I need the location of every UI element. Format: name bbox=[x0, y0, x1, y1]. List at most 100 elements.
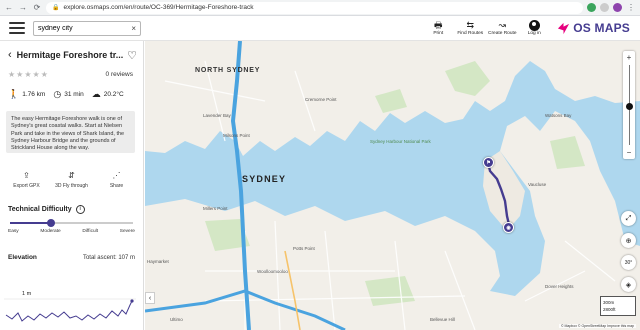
difficulty-level-severe: Severe bbox=[119, 229, 135, 234]
map-label-bellevue-hill: Bellevue Hill bbox=[430, 317, 455, 322]
elevation-profile[interactable]: 1 m bbox=[4, 287, 136, 327]
logo-text: OS MAPS bbox=[573, 21, 630, 35]
route-title: Hermitage Foreshore tr... bbox=[16, 50, 124, 60]
browser-reload-button[interactable]: ⟳ bbox=[32, 3, 42, 12]
collapse-sidebar-button[interactable]: ‹ bbox=[145, 292, 155, 304]
elevation-label: Elevation bbox=[8, 254, 37, 261]
profile-avatar[interactable] bbox=[613, 3, 622, 12]
back-chevron-icon[interactable]: ‹ bbox=[8, 49, 12, 61]
technical-difficulty-label: Technical Difficulty bbox=[8, 206, 72, 213]
find-routes-label: Find Routes bbox=[457, 31, 484, 36]
map-label-milsons-point: Milsons Point bbox=[223, 133, 250, 138]
difficulty-slider bbox=[8, 219, 135, 227]
browser-toolbar: ← → ⟳ 🔒 explore.osmaps.com/en/route/OC-3… bbox=[0, 0, 640, 16]
favourite-heart-icon[interactable]: ♡ bbox=[127, 49, 137, 62]
route-description: The easy Hermitage Foreshore walk is one… bbox=[6, 111, 135, 153]
zoom-in-button[interactable]: + bbox=[627, 53, 632, 62]
route-icon: ⇆ bbox=[466, 20, 475, 30]
address-bar-url: explore.osmaps.com/en/route/OC-369/Hermi… bbox=[63, 4, 254, 11]
duration-stat: ◷ 31 min bbox=[53, 89, 83, 100]
extension-icon[interactable] bbox=[600, 3, 609, 12]
browser-back-button[interactable]: ← bbox=[4, 3, 14, 12]
map-label-haymarket: Haymarket bbox=[147, 259, 169, 264]
map-attribution[interactable]: © Mapbox © OpenStreetMap Improve this ma… bbox=[558, 324, 636, 328]
temperature-value: 20.2°C bbox=[103, 90, 124, 98]
map-label-potts-point: Potts Point bbox=[293, 246, 315, 251]
reviews-count[interactable]: 0 reviews bbox=[106, 71, 133, 78]
info-icon[interactable]: i bbox=[75, 205, 85, 214]
layers-icon: ◈ bbox=[625, 281, 632, 289]
technical-difficulty: Technical Difficulty i Easy Moderate Dif… bbox=[0, 205, 143, 234]
browser-menu-icon[interactable]: ⋮ bbox=[626, 3, 636, 12]
map-label-harbour-np: Sydney Harbour National Park bbox=[370, 139, 431, 144]
map-label-watsons-bay: Watsons Bay bbox=[545, 113, 572, 118]
difficulty-level-easy: Easy bbox=[8, 229, 19, 234]
scale-imperial: 2800ft bbox=[603, 307, 616, 312]
fly-through-icon: ⇵ bbox=[68, 171, 75, 180]
fly-through-label: 3D Fly through bbox=[55, 183, 88, 189]
crosshair-icon: ⊕ bbox=[625, 237, 632, 245]
extension-icon[interactable] bbox=[587, 3, 596, 12]
difficulty-level-difficult: Difficult bbox=[82, 229, 99, 234]
map-label-cremorne: Cremorne Point bbox=[305, 97, 337, 102]
create-route-button[interactable]: ↝ Create Route bbox=[487, 20, 517, 36]
map-scale: 300m 2800ft bbox=[600, 296, 636, 316]
login-label: Log in bbox=[527, 31, 541, 36]
zoom-slider-knob[interactable] bbox=[625, 103, 633, 111]
route-sidebar: ‹ Hermitage Foreshore tr... ♡ ★★★★★ 0 re… bbox=[0, 41, 144, 330]
fullscreen-button[interactable]: ⤢ bbox=[621, 211, 636, 226]
map-canvas[interactable]: NORTH SYDNEY SYDNEY Cremorne Point Laven… bbox=[145, 41, 640, 330]
elevation-line bbox=[5, 300, 133, 322]
total-ascent: Total ascent: 107 m bbox=[82, 254, 135, 261]
rating-stars[interactable]: ★★★★★ bbox=[8, 70, 106, 79]
locate-button[interactable]: ⊕ bbox=[621, 233, 636, 248]
weather-stat: ☁ 20.2°C bbox=[92, 89, 124, 100]
route-start-marker[interactable]: ⚑ bbox=[483, 157, 494, 168]
scale-metric: 300m bbox=[603, 300, 615, 305]
weather-cloud-icon: ☁ bbox=[91, 88, 101, 99]
app-header: × 🖶 Print ⇆ Find Routes ↝ Create Route L… bbox=[0, 16, 640, 41]
create-route-icon: ↝ bbox=[498, 20, 507, 30]
difficulty-slider-knob bbox=[46, 219, 55, 227]
lock-icon: 🔒 bbox=[52, 5, 60, 11]
browser-forward-button[interactable]: → bbox=[18, 3, 28, 12]
map-label-north-sydney: NORTH SYDNEY bbox=[195, 67, 261, 74]
route-end-marker[interactable]: ◉ bbox=[503, 222, 514, 233]
printer-icon: 🖶 bbox=[434, 20, 443, 30]
duration-value: 31 min bbox=[64, 90, 84, 98]
difficulty-level-moderate: Moderate bbox=[40, 229, 61, 234]
create-route-label: Create Route bbox=[487, 31, 517, 36]
map-label-dover-heights: Dover Heights bbox=[545, 284, 574, 289]
zoom-control: + − bbox=[623, 51, 635, 159]
find-routes-button[interactable]: ⇆ Find Routes bbox=[455, 20, 485, 36]
user-icon bbox=[528, 20, 540, 31]
hamburger-menu-icon[interactable] bbox=[9, 22, 25, 34]
fullscreen-icon: ⤢ bbox=[625, 214, 632, 222]
layers-button[interactable]: ◈ bbox=[621, 277, 636, 292]
clock-icon: ◷ bbox=[53, 88, 62, 99]
zoom-slider[interactable] bbox=[625, 65, 633, 145]
search-input[interactable] bbox=[38, 24, 132, 32]
3d-view-button[interactable]: 30° bbox=[621, 255, 636, 270]
print-button[interactable]: 🖶 Print bbox=[423, 20, 453, 36]
fly-through-button[interactable]: ⇵ 3D Fly through bbox=[54, 171, 90, 189]
map-label-millers-point: Millers Point bbox=[203, 206, 228, 211]
clear-search-icon[interactable]: × bbox=[131, 24, 136, 33]
walker-icon: 🚶 bbox=[8, 88, 20, 99]
elevation-header: Elevation Total ascent: 107 m bbox=[0, 254, 143, 261]
login-button[interactable]: Log in bbox=[519, 20, 549, 36]
share-label: Share bbox=[109, 183, 124, 189]
os-maps-logo[interactable]: OS MAPS bbox=[557, 21, 630, 35]
map-label-ultimo: Ultimo bbox=[170, 317, 183, 322]
export-gpx-button[interactable]: ⇪ Export GPX bbox=[9, 171, 45, 189]
map-label-woolloomooloo: Woolloomooloo bbox=[257, 269, 288, 274]
map-label-vaucluse: Vaucluse bbox=[528, 182, 547, 187]
share-icon: ⋰ bbox=[112, 171, 121, 180]
3d-view-icon: 30° bbox=[624, 259, 633, 266]
elevation-y-tick: 1 m bbox=[22, 291, 32, 297]
zoom-out-button[interactable]: − bbox=[627, 148, 632, 157]
search-box[interactable]: × bbox=[33, 20, 141, 36]
address-bar[interactable]: 🔒 explore.osmaps.com/en/route/OC-369/Her… bbox=[46, 1, 583, 14]
share-button[interactable]: ⋰ Share bbox=[99, 171, 135, 189]
map-label-sydney: SYDNEY bbox=[242, 174, 287, 184]
